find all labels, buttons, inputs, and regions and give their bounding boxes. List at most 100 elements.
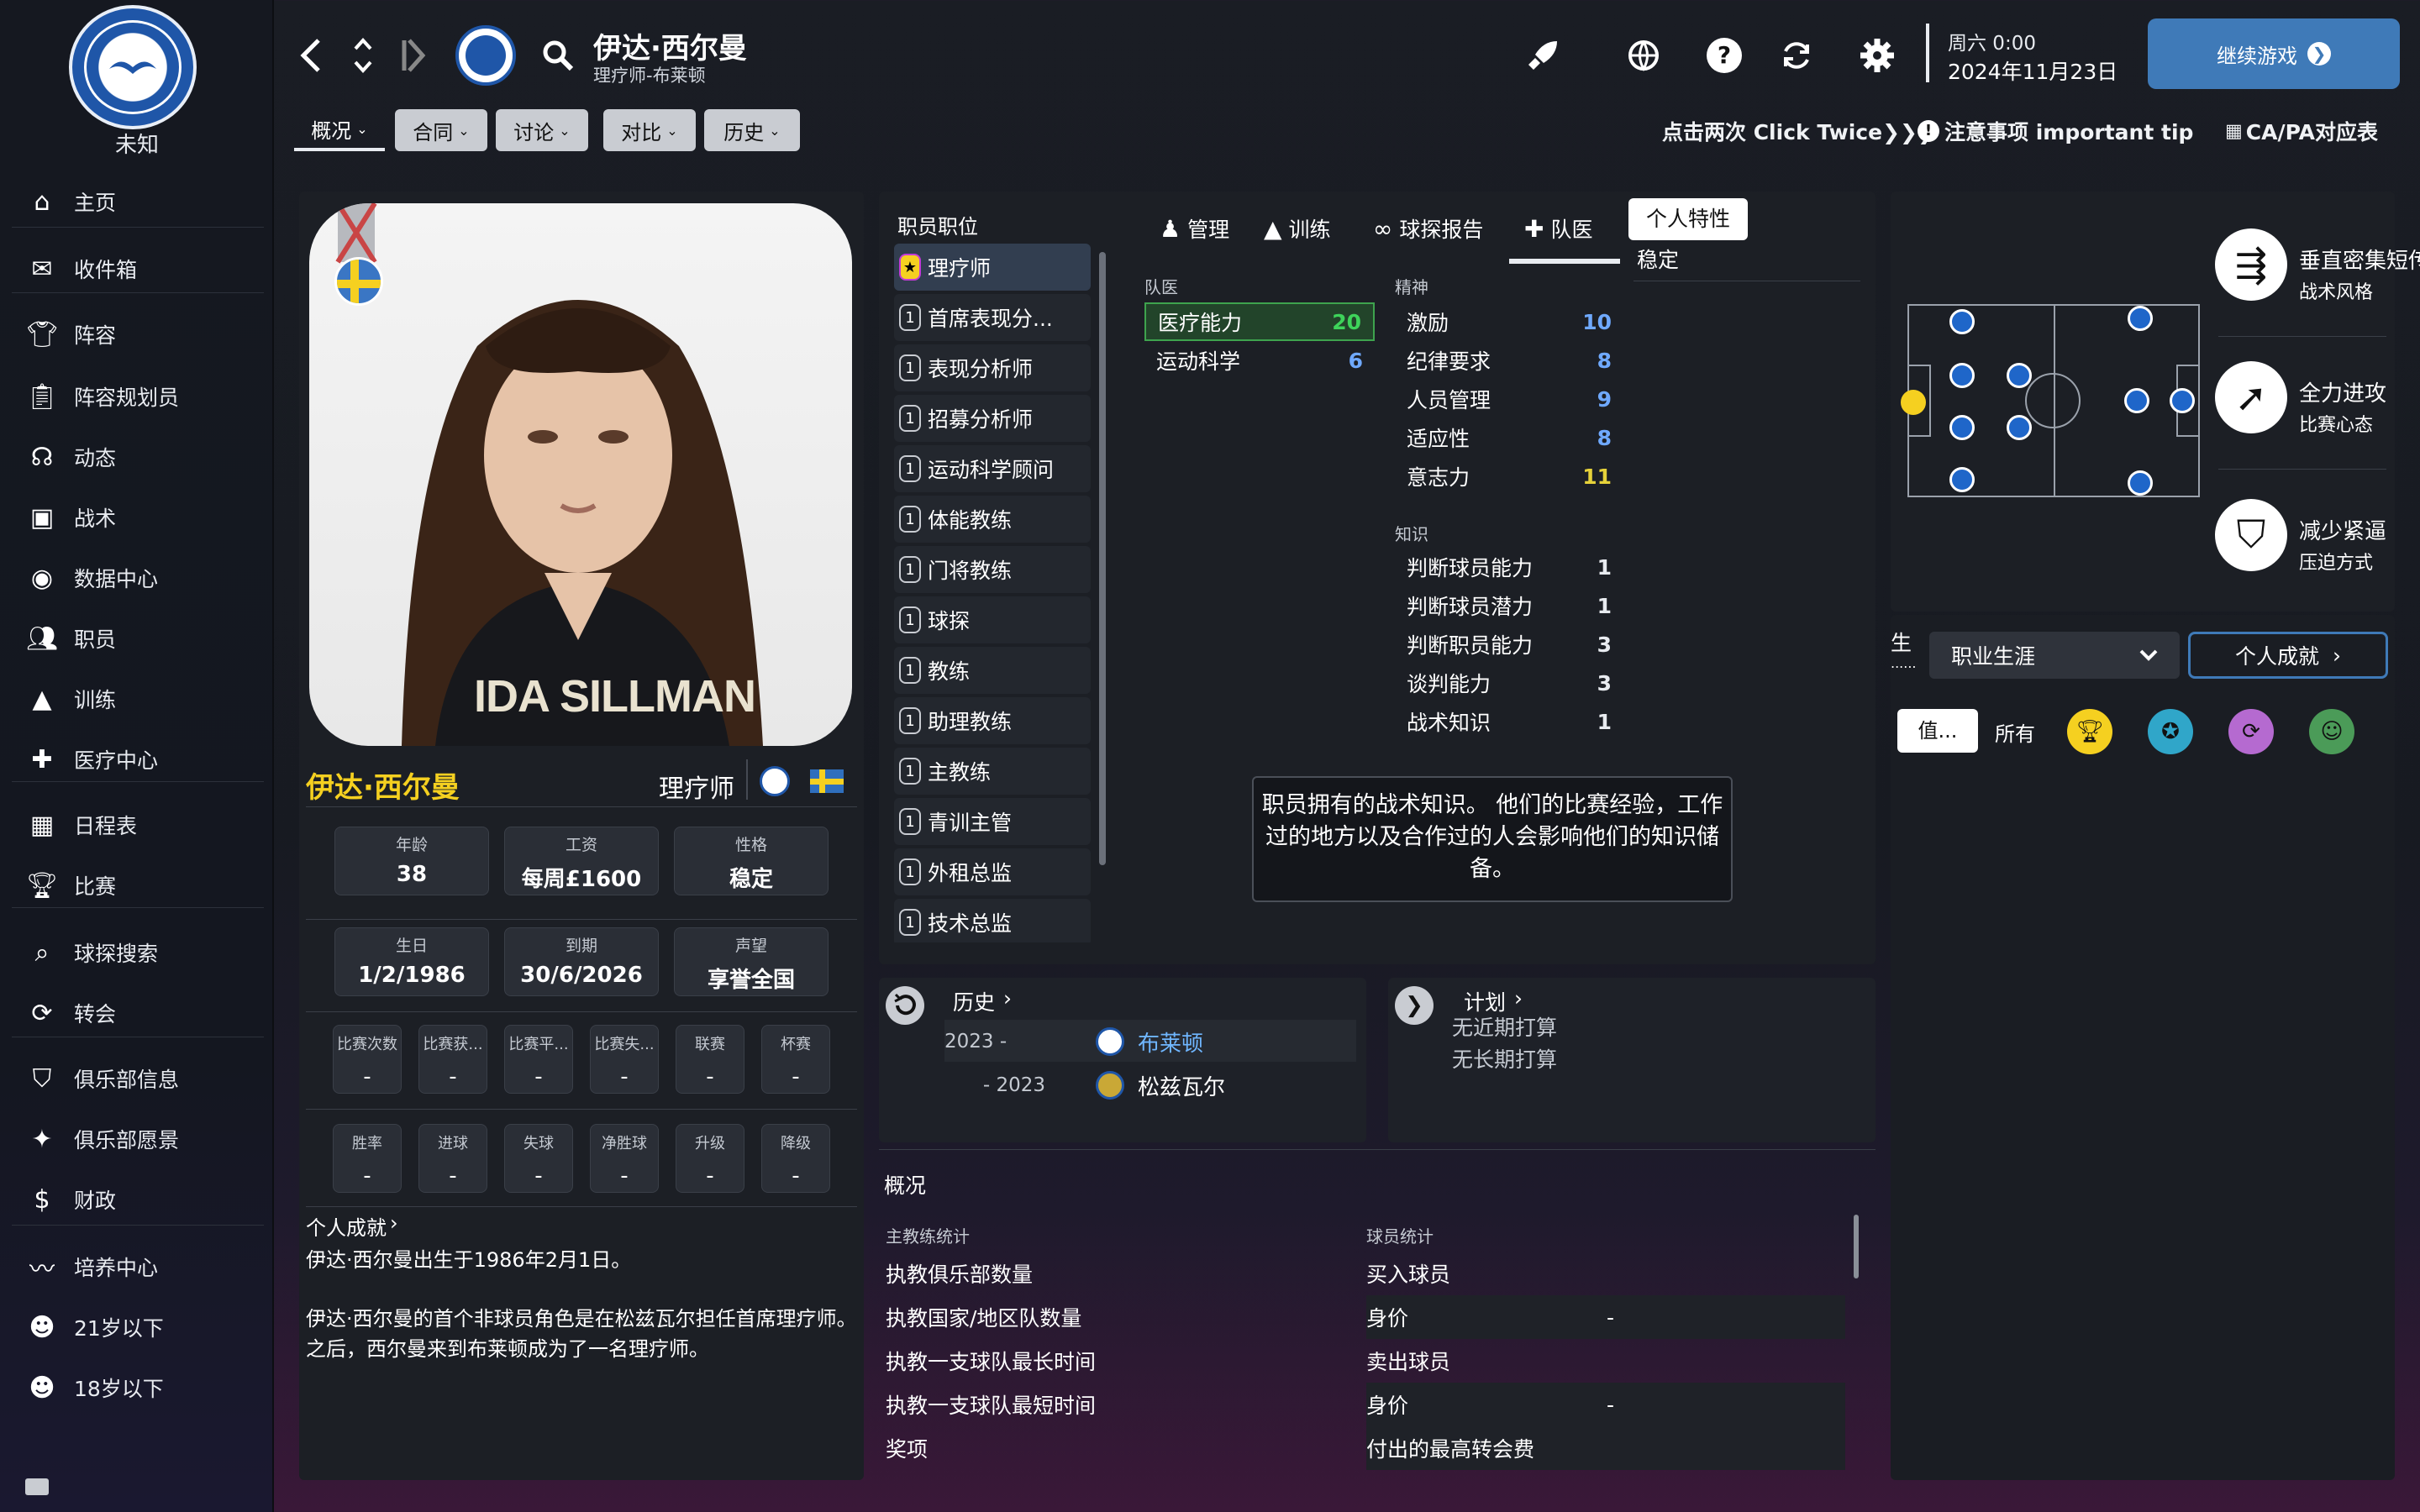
sidebar-item-7[interactable]: 👥︎ 职员 bbox=[0, 612, 274, 665]
staff-role-item[interactable]: 1 球探 bbox=[894, 596, 1091, 643]
passing-icon[interactable]: ⇶ bbox=[2215, 228, 2287, 301]
history-row[interactable]: - 2023 松兹瓦尔 bbox=[944, 1070, 1356, 1100]
staff-role-item[interactable]: 1 表现分析师 bbox=[894, 344, 1091, 391]
help-button[interactable]: ? bbox=[1701, 32, 1748, 79]
attribute-row[interactable]: 战术知识 1 bbox=[1395, 702, 1623, 741]
rocket-button[interactable] bbox=[1519, 32, 1566, 79]
attr-tab-2[interactable]: ∞ 球探报告 bbox=[1373, 213, 1483, 244]
role-label: 教练 bbox=[928, 659, 971, 684]
history-icon[interactable] bbox=[886, 986, 924, 1025]
traits-button[interactable]: 个人特性 bbox=[1628, 198, 1748, 240]
staff-role-item[interactable]: 1 招募分析师 bbox=[894, 395, 1091, 442]
role-count-badge: 1 bbox=[899, 304, 921, 331]
club-badge-icon[interactable] bbox=[760, 766, 790, 796]
sidebar-item-12[interactable]: ⌕ 球探搜索 bbox=[0, 926, 274, 979]
staff-photo: IDA SILLMAN bbox=[309, 203, 852, 746]
attr-tab-1[interactable]: ▲ 训练 bbox=[1264, 213, 1331, 244]
sidebar-item-13[interactable]: ⟳ 转会 bbox=[0, 986, 274, 1040]
staff-role-item[interactable]: 1 技术总监 bbox=[894, 899, 1091, 942]
continue-button[interactable]: 继续游戏 ❯ bbox=[2148, 18, 2400, 89]
back-button[interactable] bbox=[287, 32, 334, 79]
up-down-button[interactable] bbox=[339, 32, 387, 79]
staff-role-item[interactable]: 1 门将教练 bbox=[894, 546, 1091, 593]
attribute-row[interactable]: 适应性 8 bbox=[1395, 418, 1623, 457]
search-button[interactable] bbox=[534, 32, 581, 79]
attribute-row[interactable]: 人员管理 9 bbox=[1395, 380, 1623, 418]
sidebar-item-16[interactable]: $ 财政 bbox=[0, 1173, 274, 1226]
attribute-row[interactable]: 运动科学 6 bbox=[1144, 341, 1375, 380]
staff-role-item[interactable]: 1 体能教练 bbox=[894, 496, 1091, 543]
attribute-row[interactable]: 判断球员能力 1 bbox=[1395, 548, 1623, 586]
staff-role-item[interactable]: ★ 理疗师 bbox=[894, 244, 1091, 291]
sidebar-item-8[interactable]: ▲ 训练 bbox=[0, 672, 274, 726]
tab-0[interactable]: 概况 ⌄ bbox=[294, 109, 385, 151]
trophy-filter-icon[interactable]: 🏆︎ bbox=[2067, 709, 2112, 754]
club-badge-icon[interactable] bbox=[455, 25, 516, 86]
sidebar-item-6[interactable]: ◉ 数据中心 bbox=[0, 551, 274, 605]
social-button[interactable] bbox=[1620, 32, 1667, 79]
sidebar-item-0[interactable]: ⌂ 主页 bbox=[0, 175, 274, 228]
medal-filter-icon[interactable]: ✪ bbox=[2148, 709, 2193, 754]
money-icon[interactable] bbox=[25, 1478, 49, 1495]
attribute-row[interactable]: 纪律要求 8 bbox=[1395, 341, 1623, 380]
attribute-row[interactable]: 意志力 11 bbox=[1395, 457, 1623, 496]
filter-all-button[interactable]: 所有 bbox=[1995, 717, 2035, 747]
staff-role-item[interactable]: 1 教练 bbox=[894, 647, 1091, 694]
plans-arrow-icon[interactable]: ❯ bbox=[1395, 986, 1434, 1025]
tab-3[interactable]: 对比 ⌄ bbox=[603, 109, 696, 151]
tab-2[interactable]: 讨论 ⌄ bbox=[496, 109, 588, 151]
tab-1[interactable]: 合同 ⌄ bbox=[395, 109, 487, 151]
attr-tab-0[interactable]: ♟ 管理 bbox=[1160, 213, 1229, 244]
staff-role-item[interactable]: 1 首席表现分... bbox=[894, 294, 1091, 341]
achievements-button[interactable]: 个人成就 › bbox=[2188, 632, 2388, 679]
attribute-row[interactable]: 判断球员潜力 1 bbox=[1395, 586, 1623, 625]
history-row[interactable]: 2023 - 布莱顿 bbox=[944, 1026, 1356, 1057]
sidebar-item-17[interactable]: 〰培养中心 bbox=[0, 1240, 274, 1294]
sidebar-item-19[interactable]: ☻ 18岁以下 bbox=[0, 1361, 274, 1415]
overview-scrollbar[interactable] bbox=[1854, 1215, 1859, 1278]
formation-pitch[interactable] bbox=[1901, 304, 2200, 497]
forward-button[interactable] bbox=[390, 32, 437, 79]
sidebar-item-2[interactable]: 👕︎ 阵容 bbox=[0, 307, 274, 361]
sidebar-item-11[interactable]: 🏆︎ 比赛 bbox=[0, 858, 274, 912]
tab-4[interactable]: 历史 ⌄ bbox=[704, 109, 800, 151]
person-filter-icon[interactable]: ☺ bbox=[2309, 709, 2354, 754]
staff-role-item[interactable]: 1 主教练 bbox=[894, 748, 1091, 795]
sidebar-item-3[interactable]: 📋︎ 阵容规划员 bbox=[0, 370, 274, 423]
attr-tab-3[interactable]: ✚ 队医 bbox=[1524, 213, 1592, 244]
sidebar-item-14[interactable]: ⛉ 俱乐部信息 bbox=[0, 1052, 274, 1105]
staff-role-item[interactable]: 1 外租总监 bbox=[894, 848, 1091, 895]
achievements-link[interactable]: 个人成就 › bbox=[306, 1211, 398, 1241]
transfer-filter-icon[interactable]: ⟳ bbox=[2228, 709, 2274, 754]
stat-box: 性格 稳定 bbox=[674, 827, 829, 895]
refresh-button[interactable] bbox=[1773, 32, 1820, 79]
sidebar-item-18[interactable]: ☻ 21岁以下 bbox=[0, 1300, 274, 1354]
history-link[interactable]: 历史 › bbox=[953, 986, 1012, 1016]
attack-arrow-icon[interactable]: ➚ bbox=[2215, 361, 2287, 433]
sidebar-item-4[interactable]: ☊ 动态 bbox=[0, 430, 274, 484]
club-crest[interactable] bbox=[69, 5, 197, 129]
staff-role-item[interactable]: 1 青训主管 bbox=[894, 798, 1091, 845]
roles-scrollbar[interactable] bbox=[1099, 252, 1106, 865]
sidebar-item-1[interactable]: ✉ 收件箱 bbox=[0, 242, 274, 296]
sidebar-item-15[interactable]: ✦ 俱乐部愿景 bbox=[0, 1112, 274, 1166]
history-club: 布莱顿 bbox=[1138, 1031, 1204, 1057]
capa-table-link[interactable]: ▦ CA/PA对应表 bbox=[2225, 116, 2378, 146]
important-tip[interactable]: ! 注意事项 important tip bbox=[1918, 116, 2193, 146]
staff-role-item[interactable]: 1 运动科学顾问 bbox=[894, 445, 1091, 492]
shield-icon[interactable]: ⛉ bbox=[2215, 499, 2287, 571]
sidebar-item-10[interactable]: ▦ 日程表 bbox=[0, 798, 274, 852]
attribute-row[interactable]: 医疗能力 20 bbox=[1144, 302, 1375, 341]
click-twice-tip[interactable]: 点击两次 Click Twice❯❯❯ bbox=[1662, 116, 1935, 146]
sidebar-item-5[interactable]: ▣ 战术 bbox=[0, 491, 274, 544]
filter-value-button[interactable]: 值... bbox=[1897, 709, 1978, 753]
attribute-row[interactable]: 谈判能力 3 bbox=[1395, 664, 1623, 702]
sweden-flag-icon[interactable] bbox=[810, 769, 844, 793]
sidebar-item-9[interactable]: ✚ 医疗中心 bbox=[0, 732, 274, 786]
career-select[interactable]: 职业生涯 bbox=[1929, 632, 2180, 679]
staff-role-item[interactable]: 1 助理教练 bbox=[894, 697, 1091, 744]
attribute-row[interactable]: 判断职员能力 3 bbox=[1395, 625, 1623, 664]
sidebar-item-label: 阵容规划员 bbox=[74, 386, 180, 410]
attribute-row[interactable]: 激励 10 bbox=[1395, 302, 1623, 341]
settings-button[interactable] bbox=[1854, 32, 1901, 79]
